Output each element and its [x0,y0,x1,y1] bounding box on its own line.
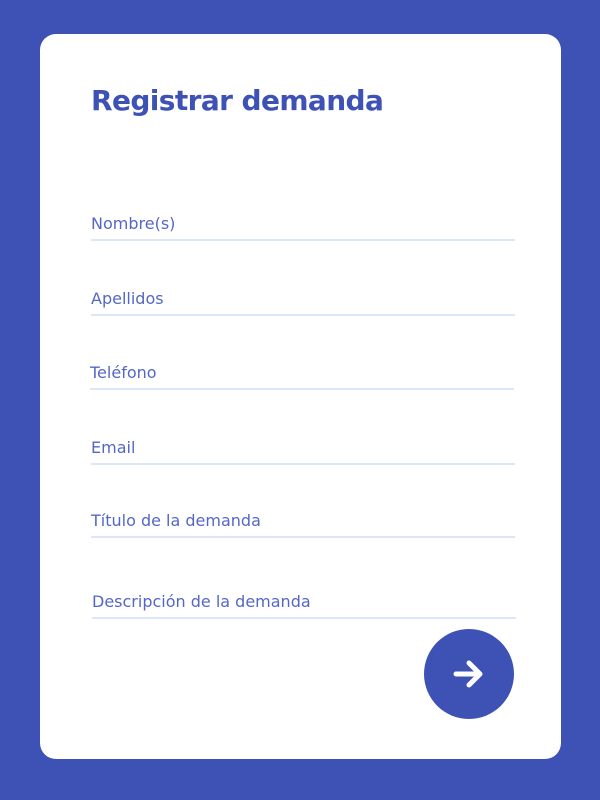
form-card: Registrar demanda [40,34,561,759]
nombres-input[interactable] [91,207,515,239]
titulo-field-container [91,504,515,538]
submit-button[interactable] [424,629,514,719]
apellidos-field-container [91,282,515,316]
arrow-right-icon [453,660,483,688]
apellidos-input[interactable] [91,282,515,314]
nombres-field-container [91,207,515,241]
descripcion-field-container [92,585,516,619]
descripcion-demanda-input[interactable] [92,585,516,617]
titulo-demanda-input[interactable] [91,504,515,536]
email-field-container [91,431,515,465]
form-title: Registrar demanda [91,84,384,117]
email-input[interactable] [91,431,515,463]
telefono-field-container [90,356,514,390]
telefono-input[interactable] [90,356,514,388]
